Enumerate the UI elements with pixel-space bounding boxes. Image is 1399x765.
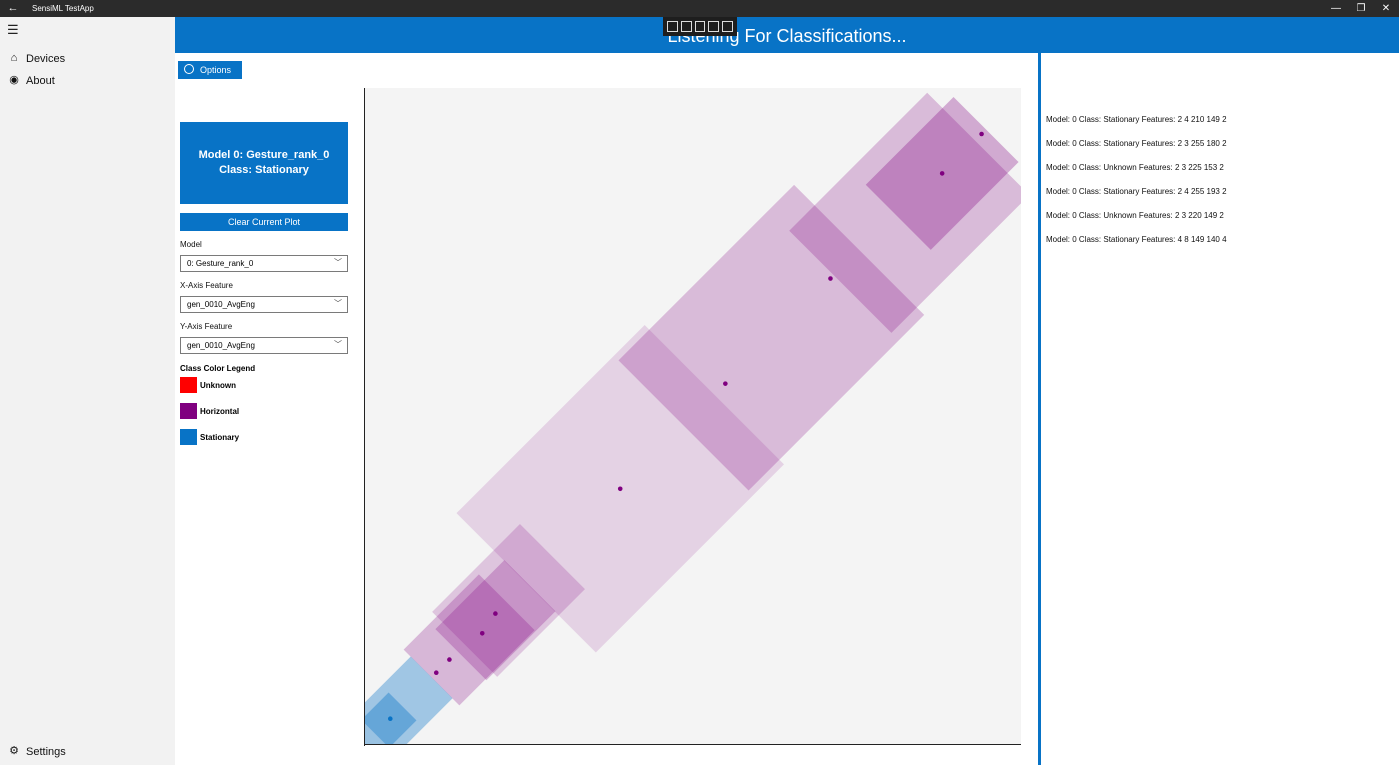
title-bar: ← SensiML TestApp — ❐ ✕ — [0, 0, 1399, 17]
model-dropdown[interactable]: 0: Gesture_rank_0 ﹀ — [180, 255, 348, 272]
legend-swatch — [180, 403, 197, 419]
nav-pane: ☰ ⌂ Devices ◉ About ⚙ Settings — [0, 17, 175, 765]
chevron-down-icon: ﹀ — [334, 299, 342, 308]
scatter-plot[interactable] — [364, 88, 1021, 745]
classification-status: Model 0: Gesture_rank_0 Class: Stationar… — [180, 122, 348, 204]
plot-canvas — [364, 92, 1021, 745]
x-axis-label: X-Axis Feature — [180, 281, 233, 290]
data-point — [828, 276, 833, 281]
close-button[interactable]: ✕ — [1374, 0, 1398, 17]
y-axis-label: Y-Axis Feature — [180, 322, 233, 331]
status-model: Model 0: Gesture_rank_0 — [198, 149, 330, 161]
data-point — [433, 670, 439, 676]
nav-item-devices[interactable]: ⌂ Devices — [0, 49, 175, 71]
data-point — [979, 131, 984, 137]
classification-log: Model: 0 Class: Stationary Features: 2 4… — [1046, 112, 1227, 256]
clear-plot-button[interactable]: Clear Current Plot — [180, 213, 348, 231]
hamburger-icon[interactable]: ☰ — [7, 23, 19, 36]
nav-item-label: Devices — [26, 53, 66, 65]
app-title: SensiML TestApp — [32, 4, 94, 13]
model-value: 0: Gesture_rank_0 — [187, 259, 254, 268]
y-axis-value: gen_0010_AvgEng — [187, 341, 255, 350]
status-class: Class: Stationary — [219, 164, 309, 176]
options-icon — [184, 64, 194, 74]
data-point — [939, 171, 945, 176]
options-label: Options — [200, 65, 232, 75]
legend-label: Stationary — [200, 433, 240, 442]
data-point — [617, 486, 623, 492]
chevron-down-icon: ﹀ — [334, 258, 342, 267]
minimize-button[interactable]: — — [1324, 0, 1348, 17]
data-point — [493, 611, 498, 616]
toolbar-tool-icon[interactable] — [708, 21, 720, 32]
about-icon: ◉ — [9, 74, 19, 86]
nav-item-label: Settings — [26, 746, 66, 758]
data-point — [387, 716, 393, 722]
chevron-down-icon: ﹀ — [334, 340, 342, 349]
log-line: Model: 0 Class: Stationary Features: 2 4… — [1046, 187, 1227, 196]
log-line: Model: 0 Class: Stationary Features: 2 3… — [1046, 139, 1227, 148]
page-title: Listening For Classifications... — [667, 26, 907, 46]
toolbar-tool-icon[interactable] — [722, 21, 733, 32]
options-button[interactable]: Options — [178, 61, 242, 79]
toolbar-tool-icon[interactable] — [694, 21, 706, 32]
model-label: Model — [180, 240, 202, 249]
legend-title: Class Color Legend — [180, 364, 256, 373]
log-line: Model: 0 Class: Stationary Features: 2 4… — [1046, 115, 1227, 124]
legend-label: Unknown — [200, 381, 236, 390]
legend-swatch — [180, 377, 197, 393]
y-axis — [364, 88, 365, 746]
legend-swatch — [180, 429, 197, 445]
toolbar-tool-icon[interactable] — [667, 21, 678, 32]
y-axis-dropdown[interactable]: gen_0010_AvgEng ﹀ — [180, 337, 348, 354]
nav-item-label: About — [26, 75, 55, 87]
x-axis — [364, 744, 1021, 745]
devices-icon: ⌂ — [10, 52, 18, 64]
log-line: Model: 0 Class: Unknown Features: 2 3 22… — [1046, 163, 1224, 172]
toolbar-tool-icon[interactable] — [680, 21, 692, 32]
gear-icon: ⚙ — [9, 745, 19, 757]
nav-item-settings[interactable]: ⚙ Settings — [0, 742, 175, 764]
data-point — [723, 381, 728, 386]
maximize-button[interactable]: ❐ — [1349, 0, 1373, 17]
x-axis-value: gen_0010_AvgEng — [187, 300, 255, 309]
legend-label: Horizontal — [200, 407, 240, 416]
data-point — [479, 631, 485, 636]
capture-toolbar — [663, 17, 737, 36]
nav-item-about[interactable]: ◉ About — [0, 71, 175, 93]
data-point — [447, 657, 452, 662]
header-bar: Listening For Classifications... — [175, 17, 1399, 53]
back-arrow-icon[interactable]: ← — [6, 1, 20, 15]
panel-divider[interactable] — [1038, 53, 1041, 765]
x-axis-dropdown[interactable]: gen_0010_AvgEng ﹀ — [180, 296, 348, 313]
log-line: Model: 0 Class: Unknown Features: 2 3 22… — [1046, 211, 1224, 220]
log-line: Model: 0 Class: Stationary Features: 4 8… — [1046, 235, 1227, 244]
